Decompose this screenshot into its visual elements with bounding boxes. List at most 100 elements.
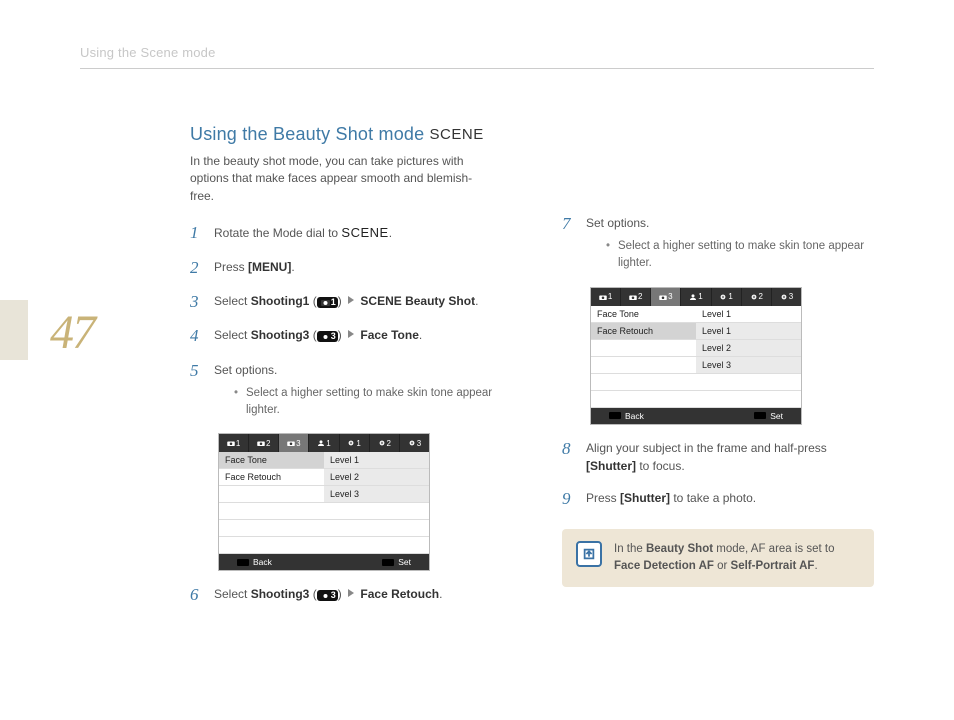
tab-num: 1 xyxy=(236,439,240,448)
text: . xyxy=(814,560,817,572)
ui-tab: 2 xyxy=(621,288,651,306)
step-body: Align your subject in the frame and half… xyxy=(586,439,874,475)
step-number: 6 xyxy=(190,585,208,605)
ui-tab: 3 xyxy=(400,434,429,452)
step-body: Select Shooting3 (3) Face Retouch. xyxy=(214,585,502,603)
back-label: Back xyxy=(609,411,644,421)
ui-tab: 2 xyxy=(742,288,772,306)
ui-cell xyxy=(219,520,324,537)
step-body: Set options. Select a higher setting to … xyxy=(214,361,502,420)
ui-tab: 3 xyxy=(651,288,681,306)
ui-cell xyxy=(591,357,696,374)
ui-cell: Face Tone xyxy=(591,306,696,323)
ui-cell: Face Retouch xyxy=(591,323,696,340)
intro-text: In the beauty shot mode, you can take pi… xyxy=(190,153,490,205)
text: . xyxy=(291,260,294,274)
tab-num: 1 xyxy=(728,292,732,301)
step-5: 5 Set options. Select a higher setting t… xyxy=(190,361,502,420)
text: ) xyxy=(338,328,345,342)
ui-mock-left: 1231123Face ToneFace RetouchLevel 1Level… xyxy=(218,433,430,571)
text: . xyxy=(475,294,478,308)
bold: Self-Portrait AF xyxy=(731,560,815,572)
camera-icon: 3 xyxy=(317,590,338,601)
bold: Face Tone xyxy=(360,328,418,342)
key-icon xyxy=(382,559,394,566)
step-number: 5 xyxy=(190,361,208,381)
text: or xyxy=(714,560,731,572)
key-icon xyxy=(754,412,766,419)
ui-body: Face ToneFace RetouchLevel 1Level 1Level… xyxy=(591,306,801,408)
section-title: Using the Beauty Shot mode SCENE xyxy=(190,124,502,145)
ui-right-col: Level 1Level 2Level 3 xyxy=(324,452,429,554)
step-4: 4 Select Shooting3 (3) Face Tone. xyxy=(190,326,502,346)
ui-cell: Level 3 xyxy=(324,486,429,503)
ui-tab: 2 xyxy=(249,434,279,452)
bold: Face Detection AF xyxy=(614,560,714,572)
text: ) xyxy=(338,294,345,308)
ui-right-col: Level 1Level 1Level 2Level 3 xyxy=(696,306,801,408)
note-text: In the Beauty Shot mode, AF area is set … xyxy=(614,541,860,576)
step-9: 9 Press [Shutter] to take a photo. xyxy=(562,489,874,509)
step-6: 6 Select Shooting3 (3) Face Retouch. xyxy=(190,585,502,605)
ui-tab: 1 xyxy=(591,288,621,306)
text: Set options. xyxy=(214,363,277,377)
step-3: 3 Select Shooting1 (1) SCENE Beauty Shot… xyxy=(190,292,502,312)
text: Rotate the Mode dial to xyxy=(214,226,341,240)
step-body: Press [Shutter] to take a photo. xyxy=(586,489,874,507)
bullet: Select a higher setting to make skin ton… xyxy=(234,385,502,420)
ui-cell xyxy=(696,391,801,408)
bold: Shooting3 xyxy=(251,328,310,342)
tab-num: 1 xyxy=(608,292,612,301)
text: . xyxy=(389,226,392,240)
step-1: 1 Rotate the Mode dial to SCENE. xyxy=(190,223,502,243)
text: ) xyxy=(338,587,345,601)
running-header: Using the Scene mode xyxy=(80,45,874,69)
text: Select xyxy=(214,328,251,342)
bullet: Select a higher setting to make skin ton… xyxy=(606,238,874,273)
menu-key: [MENU] xyxy=(248,260,291,274)
step-body: Select Shooting1 (1) SCENE Beauty Shot. xyxy=(214,292,502,310)
ui-left-col: Face ToneFace Retouch xyxy=(591,306,696,408)
text: ( xyxy=(309,328,316,342)
sub-bullets: Select a higher setting to make skin ton… xyxy=(214,385,502,420)
ui-footer: BackSet xyxy=(219,554,429,570)
ui-cell xyxy=(324,537,429,554)
step-number: 7 xyxy=(562,214,580,234)
key-icon xyxy=(609,412,621,419)
step-number: 1 xyxy=(190,223,208,243)
ui-cell: Level 3 xyxy=(696,357,801,374)
tab-num: 3 xyxy=(417,439,421,448)
text: Press xyxy=(586,491,620,505)
icon-suffix: 1 xyxy=(331,298,336,307)
ui-tab: 1 xyxy=(712,288,742,306)
tab-num: 2 xyxy=(266,439,270,448)
ui-tab: 2 xyxy=(370,434,400,452)
bold: Face Retouch xyxy=(360,587,439,601)
set-label: Set xyxy=(754,411,783,421)
ui-mock-right: 1231123Face ToneFace RetouchLevel 1Level… xyxy=(590,287,802,425)
arrow-icon xyxy=(348,291,354,309)
tab-num: 3 xyxy=(296,439,300,448)
step-number: 3 xyxy=(190,292,208,312)
step-body: Press [MENU]. xyxy=(214,258,502,276)
content-columns: Using the Beauty Shot mode SCENE In the … xyxy=(190,124,874,620)
ui-cell xyxy=(696,374,801,391)
tab-num: 2 xyxy=(387,439,391,448)
back-label: Back xyxy=(237,557,272,567)
step-number: 9 xyxy=(562,489,580,509)
text: ( xyxy=(309,587,316,601)
ui-cell: Face Tone xyxy=(219,452,324,469)
steps-left-continued: 6 Select Shooting3 (3) Face Retouch. xyxy=(190,585,502,605)
text: to take a photo. xyxy=(670,491,756,505)
shutter-key: [Shutter] xyxy=(586,459,636,473)
ui-cell: Level 2 xyxy=(324,469,429,486)
ui-tab: 3 xyxy=(772,288,801,306)
steps-left: 1 Rotate the Mode dial to SCENE. 2 Press… xyxy=(190,223,502,419)
bold: Shooting1 xyxy=(251,294,310,308)
text: Select xyxy=(214,587,251,601)
shutter-key: [Shutter] xyxy=(620,491,670,505)
text: . xyxy=(439,587,442,601)
left-column: Using the Beauty Shot mode SCENE In the … xyxy=(190,124,502,620)
text: Select xyxy=(214,294,251,308)
steps-right-continued: 8 Align your subject in the frame and ha… xyxy=(562,439,874,509)
